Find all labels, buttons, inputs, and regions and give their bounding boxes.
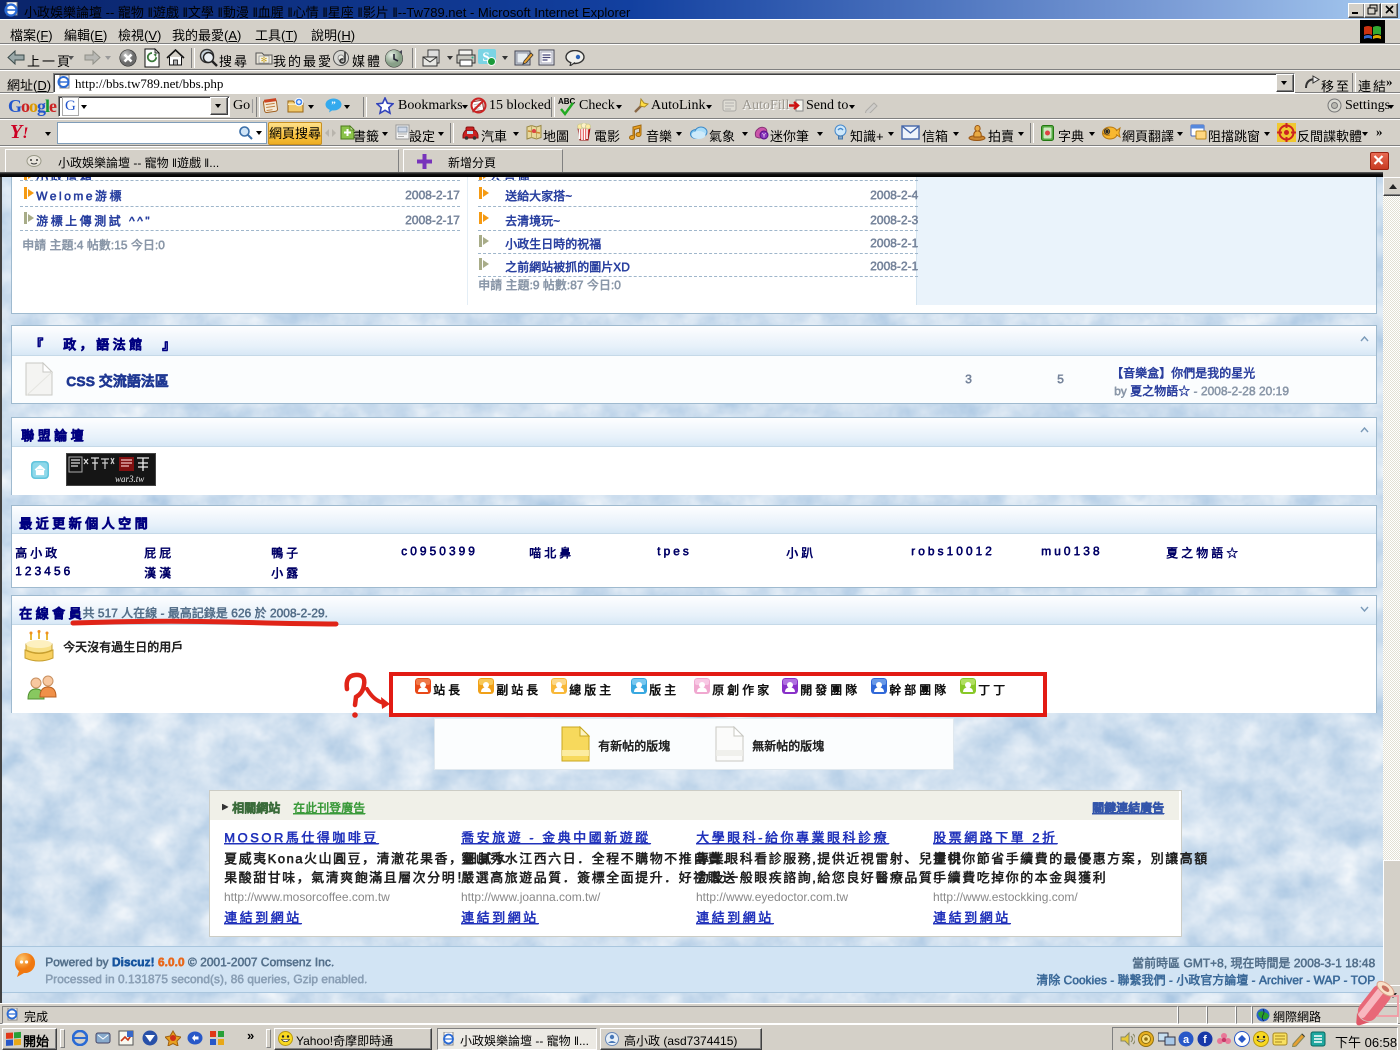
- svg-text:war3.tw: war3.tw: [115, 474, 144, 484]
- svg-text:✻: ✻: [261, 56, 268, 65]
- svg-text:f: f: [1203, 1034, 1207, 1046]
- svg-text:a: a: [1183, 1034, 1190, 1046]
- svg-text:”: ”: [331, 100, 336, 110]
- svg-text:Y: Y: [762, 134, 766, 140]
